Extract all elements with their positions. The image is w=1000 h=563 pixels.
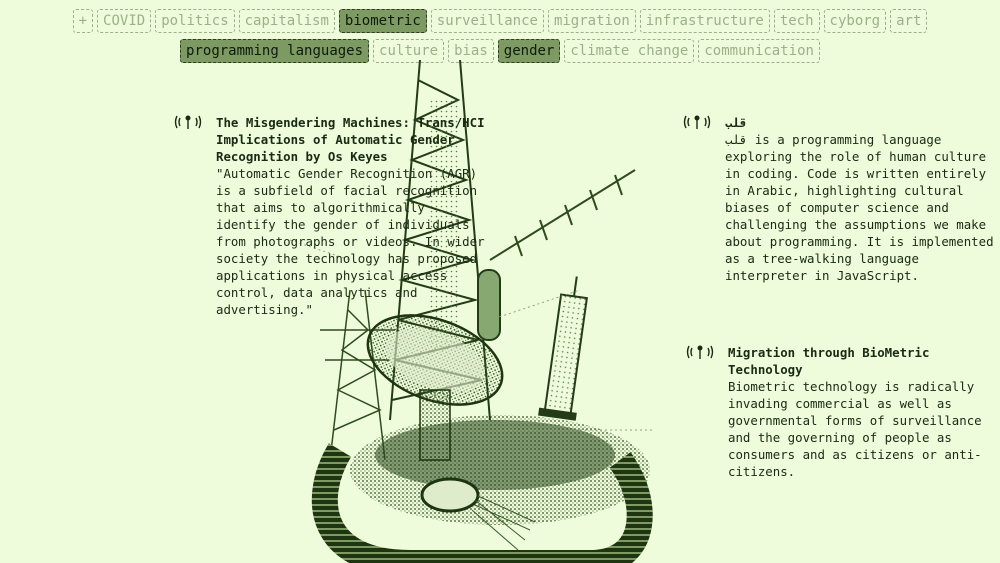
entry-text: قلب قلب is a programming language explor… [725,114,995,284]
entry-description: "Automatic Gender Recognition (AGR) is a… [216,166,485,317]
tag-tech[interactable]: tech [773,9,820,33]
tag-infrastructure[interactable]: infrastructure [639,9,770,33]
tag-surveillance[interactable]: surveillance [430,9,544,33]
broadcast-antenna-icon [686,345,714,359]
tag-art[interactable]: art [890,9,928,33]
entry-title: The Misgendering Machines: Trans/HCI Imp… [216,115,485,164]
broadcast-antenna-icon [174,115,202,129]
entry-description: Biometric technology is radically invadi… [728,379,982,479]
entry-title: Migration through BioMetric Technology [728,345,930,377]
entry-title: قلب [725,115,748,130]
tag-capitalism[interactable]: capitalism [238,9,335,33]
entry-text: The Misgendering Machines: Trans/HCI Imp… [216,114,488,318]
tag-row-1: + COVID politics capitalism biometric su… [0,9,1000,33]
tag-communication[interactable]: communication [698,39,820,63]
tag-covid[interactable]: COVID [97,9,152,33]
tag-cyborg[interactable]: cyborg [823,9,887,33]
tag-migration[interactable]: migration [547,9,636,33]
tag-biometric[interactable]: biometric [338,9,427,33]
entry-description: قلب is a programming language exploring … [725,132,994,283]
entry-text: Migration through BioMetric Technology B… [728,344,998,480]
broadcast-antenna-icon [683,115,711,129]
tag-add-button[interactable]: + [72,9,94,33]
tag-politics[interactable]: politics [155,9,235,33]
